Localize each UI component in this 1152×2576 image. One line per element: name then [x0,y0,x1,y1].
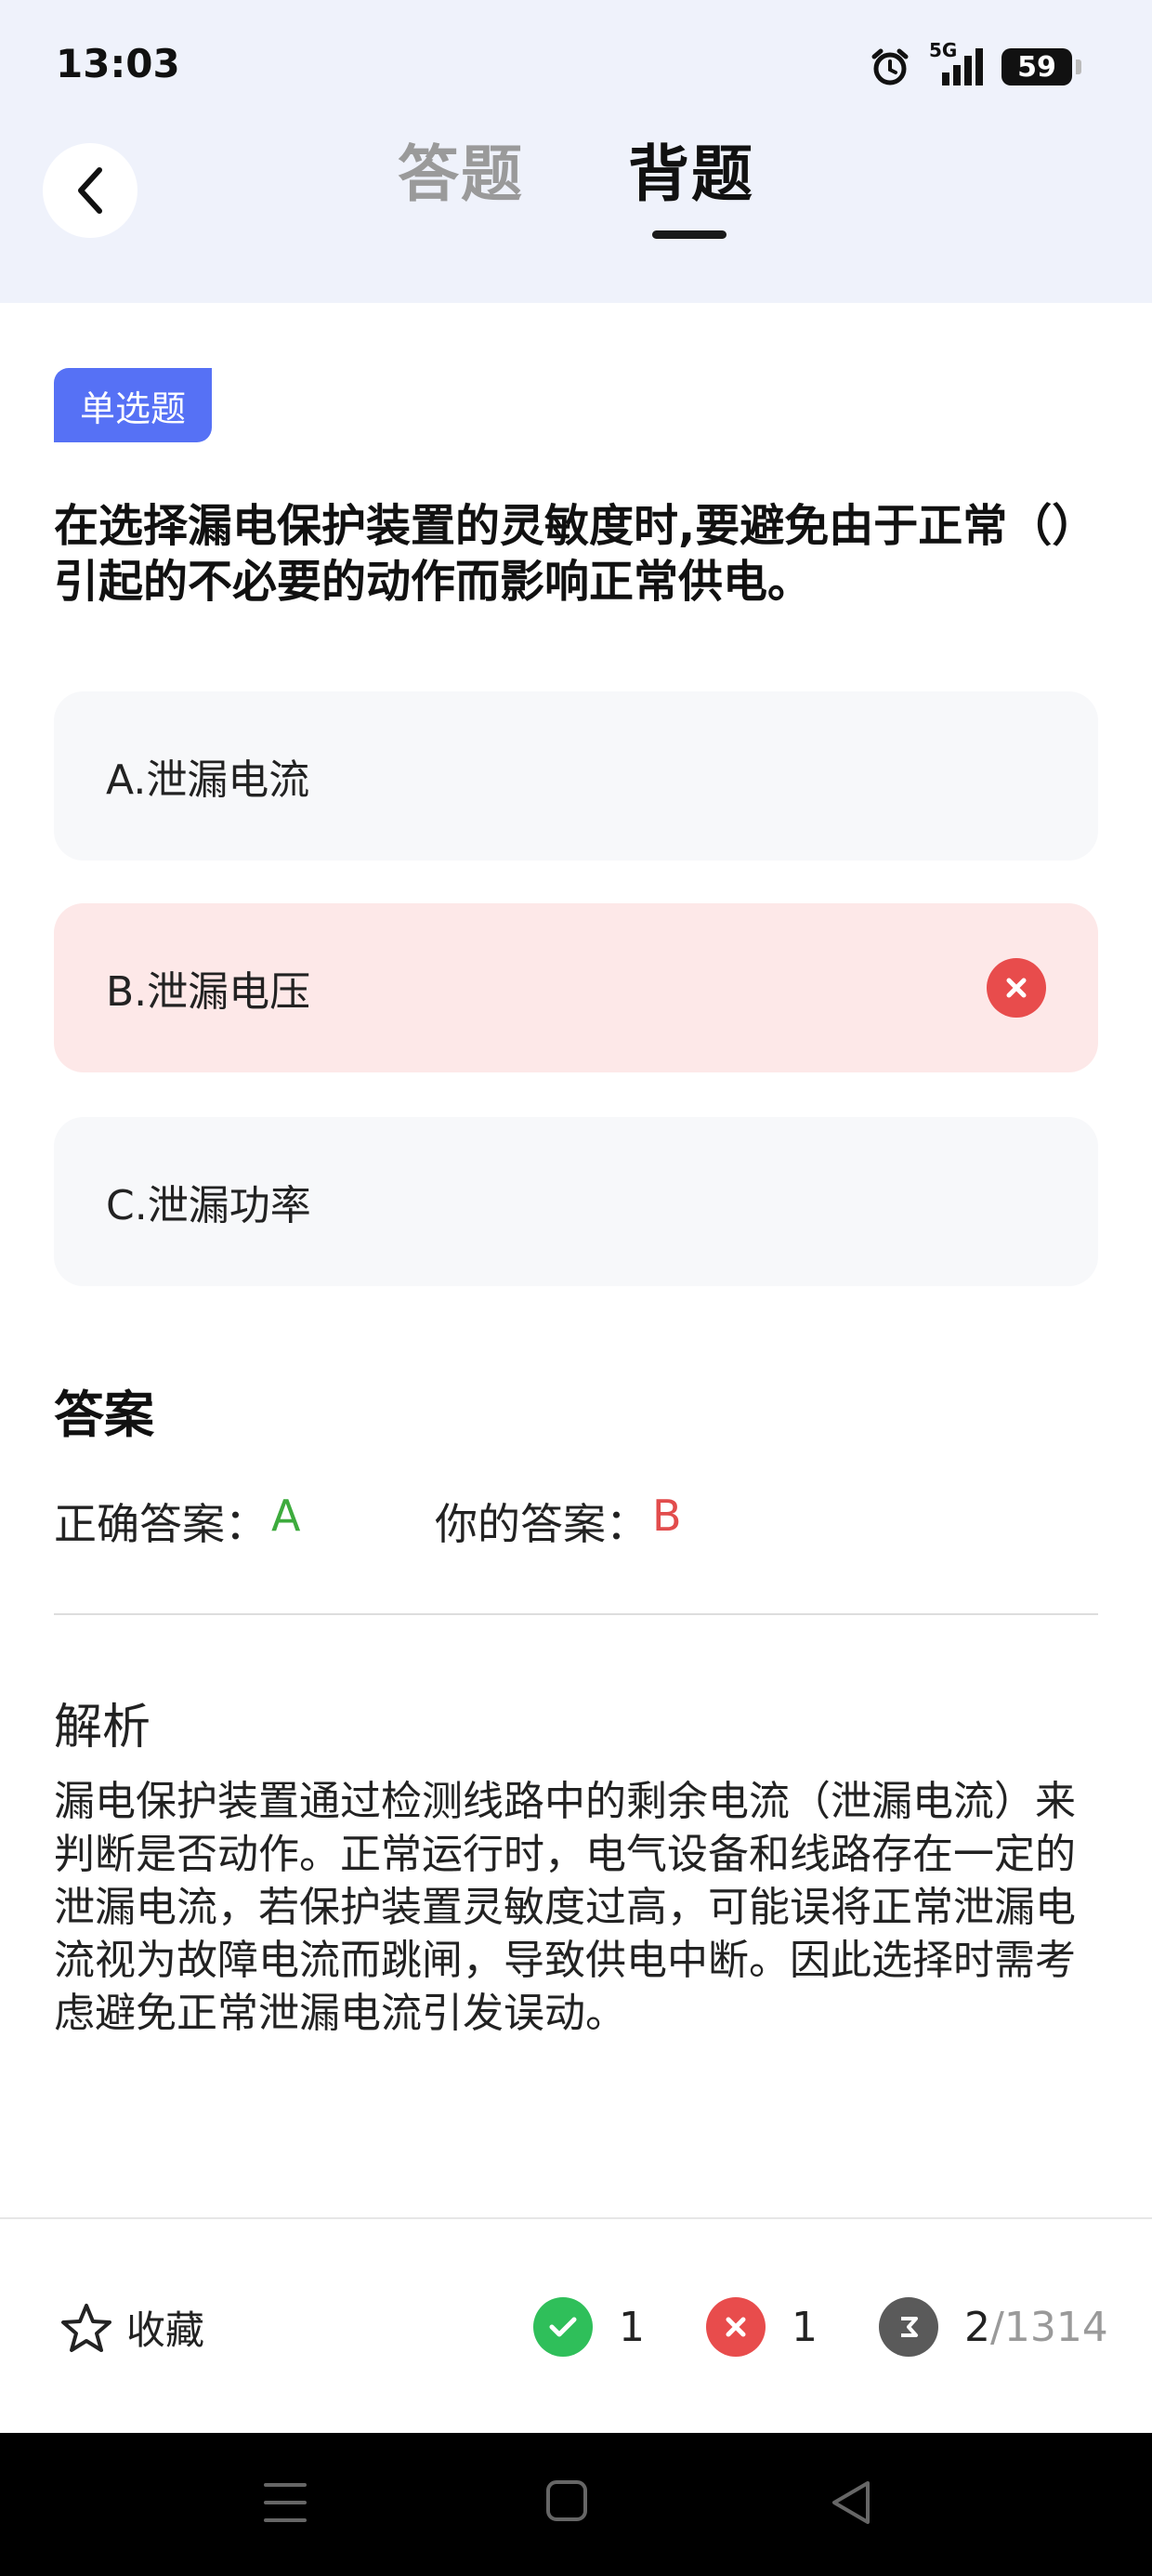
star-icon [61,2303,111,2352]
network-type: 5G [929,39,958,61]
option-label: B.泄漏电压 [106,968,311,1016]
active-tab-indicator [652,230,727,239]
total-count: /1314 [990,2303,1108,2351]
option-a[interactable]: A.泄漏电流 [54,691,1098,861]
analysis-title: 解析 [54,1700,151,1755]
correct-count-value: 1 [619,2303,645,2351]
your-answer-value: B [652,1491,682,1541]
option-label: A.泄漏电流 [106,756,310,804]
your-answer-label: 你的答案： [435,1499,648,1549]
back-nav-icon[interactable] [829,2477,873,2528]
check-icon [533,2297,593,2357]
battery-icon: 59 [1001,48,1081,85]
current-index: 2 [964,2303,990,2351]
option-c[interactable]: C.泄漏功率 [54,1117,1098,1286]
system-navbar [0,2433,1152,2576]
tab-answer[interactable]: 答题 [398,125,524,214]
battery-level: 59 [1017,50,1056,84]
correct-answer-label: 正确答案： [54,1499,268,1549]
wrong-count[interactable]: 1 [706,2297,818,2357]
correct-answer-value: A [271,1491,301,1541]
question-text: 在选择漏电保护装置的灵敏度时,要避免由于正常（）引起的不必要的动作而影响正常供电… [54,500,1097,608]
favorite-label: 收藏 [126,2307,205,2353]
list-icon [879,2297,938,2357]
close-icon [706,2297,766,2357]
answer-title: 答案 [54,1386,154,1444]
wrong-icon [987,958,1046,1018]
analysis-text: 漏电保护装置通过检测线路中的剩余电流（泄漏电流）来判断是否动作。正常运行时，电气… [54,1778,1076,2037]
question-type-badge: 单选题 [54,368,212,442]
status-icons: 5G 59 [870,39,1081,93]
chevron-left-icon [78,167,102,214]
tab-memorize[interactable]: 背题 [628,125,754,214]
favorite-button[interactable]: 收藏 [59,2299,204,2356]
correct-count[interactable]: 1 [533,2297,645,2357]
menu-icon[interactable] [262,2477,308,2528]
bottom-bar: 收藏 1 1 2 /1314 [0,2217,1152,2435]
alarm-icon [870,46,910,87]
back-button[interactable] [43,143,137,238]
option-label: C.泄漏功率 [106,1182,311,1229]
option-b[interactable]: B.泄漏电压 [54,903,1098,1072]
wrong-count-value: 1 [792,2303,818,2351]
status-time: 13:03 [56,41,180,86]
divider [54,1613,1098,1615]
signal-icon: 5G [927,39,985,87]
home-icon[interactable] [544,2477,589,2526]
question-progress[interactable]: 2 /1314 [879,2297,1108,2357]
header: 13:03 5G 59 答题 背题 [0,0,1152,303]
